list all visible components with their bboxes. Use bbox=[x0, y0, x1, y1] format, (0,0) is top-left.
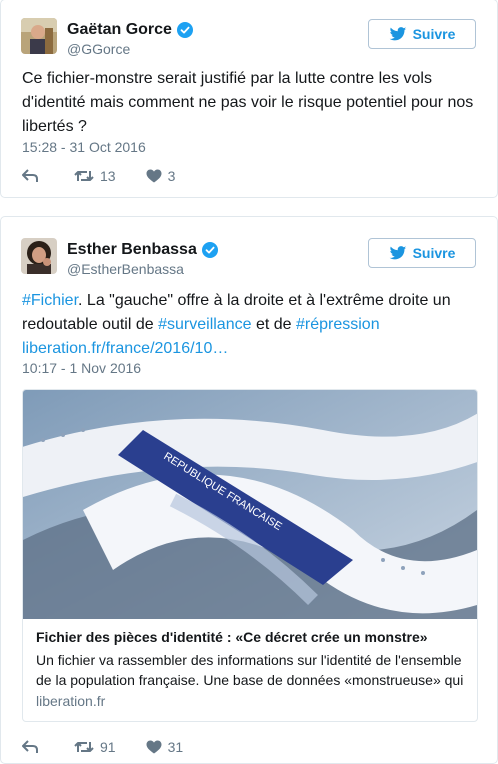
like-count: 3 bbox=[167, 168, 176, 184]
heart-icon bbox=[146, 169, 162, 183]
reply-icon bbox=[22, 169, 38, 182]
display-name[interactable]: Esther Benbassa bbox=[67, 241, 197, 259]
card-domain: liberation.fr bbox=[36, 693, 106, 709]
article-link[interactable]: liberation.fr/france/2016/10… bbox=[22, 340, 228, 357]
link-card[interactable]: REPUBLIQUE FRANCAISE Fichier des pièces … bbox=[22, 389, 478, 722]
like-button[interactable]: 31 bbox=[146, 739, 184, 755]
reply-button[interactable] bbox=[22, 169, 44, 183]
avatar[interactable] bbox=[21, 18, 57, 54]
verified-badge-icon bbox=[201, 242, 218, 258]
avatar[interactable] bbox=[21, 238, 57, 274]
card-title[interactable]: Fichier des pièces d'identité : «Ce décr… bbox=[36, 629, 428, 645]
tweet-ggorce: Gaëtan Gorce @GGorce Suivre Ce fichier-m… bbox=[0, 0, 498, 198]
tweet-text: Ce fichier-monstre serait justifié par l… bbox=[22, 70, 474, 135]
card-description: Un fichier va rassembler des information… bbox=[36, 652, 464, 688]
display-name[interactable]: Gaëtan Gorce bbox=[67, 21, 172, 39]
follow-button[interactable]: Suivre bbox=[368, 238, 476, 268]
handle[interactable]: @GGorce bbox=[67, 41, 130, 57]
like-button[interactable]: 3 bbox=[146, 168, 176, 184]
retweet-count: 91 bbox=[100, 739, 116, 755]
retweet-count: 13 bbox=[100, 168, 116, 184]
reply-icon bbox=[22, 740, 38, 753]
heart-icon bbox=[146, 740, 162, 754]
timestamp[interactable]: 10:17 - 1 Nov 2016 bbox=[22, 360, 141, 376]
follow-button[interactable]: Suivre bbox=[368, 19, 476, 49]
hashtag-surveillance[interactable]: #surveillance bbox=[158, 316, 251, 333]
handle[interactable]: @EstherBenbassa bbox=[67, 261, 184, 277]
tweet-text-part: et de bbox=[251, 316, 296, 333]
follow-label: Suivre bbox=[412, 245, 456, 261]
name-row: Gaëtan Gorce bbox=[67, 21, 193, 39]
tweet-actions: 13 3 bbox=[22, 168, 205, 184]
twitter-bird-icon bbox=[389, 26, 406, 40]
retweet-icon bbox=[74, 171, 94, 181]
hashtag-repression[interactable]: #répression bbox=[296, 316, 380, 333]
like-count: 31 bbox=[167, 739, 184, 755]
tweet-actions: 91 31 bbox=[22, 739, 213, 755]
verified-badge-icon bbox=[176, 22, 193, 38]
timestamp[interactable]: 15:28 - 31 Oct 2016 bbox=[22, 139, 146, 155]
tweet-estherbenbassa: Esther Benbassa @EstherBenbassa Suivre #… bbox=[0, 216, 498, 764]
card-image: REPUBLIQUE FRANCAISE bbox=[23, 390, 477, 619]
name-row: Esther Benbassa bbox=[67, 241, 218, 259]
retweet-button[interactable]: 91 bbox=[74, 739, 116, 755]
reply-button[interactable] bbox=[22, 740, 44, 754]
hashtag-fichier[interactable]: #Fichier bbox=[22, 292, 78, 309]
follow-label: Suivre bbox=[412, 26, 456, 42]
retweet-icon bbox=[74, 742, 94, 752]
retweet-button[interactable]: 13 bbox=[74, 168, 116, 184]
twitter-bird-icon bbox=[389, 245, 406, 259]
tweet-text: #Fichier. La "gauche" offre à la droite … bbox=[22, 289, 482, 361]
